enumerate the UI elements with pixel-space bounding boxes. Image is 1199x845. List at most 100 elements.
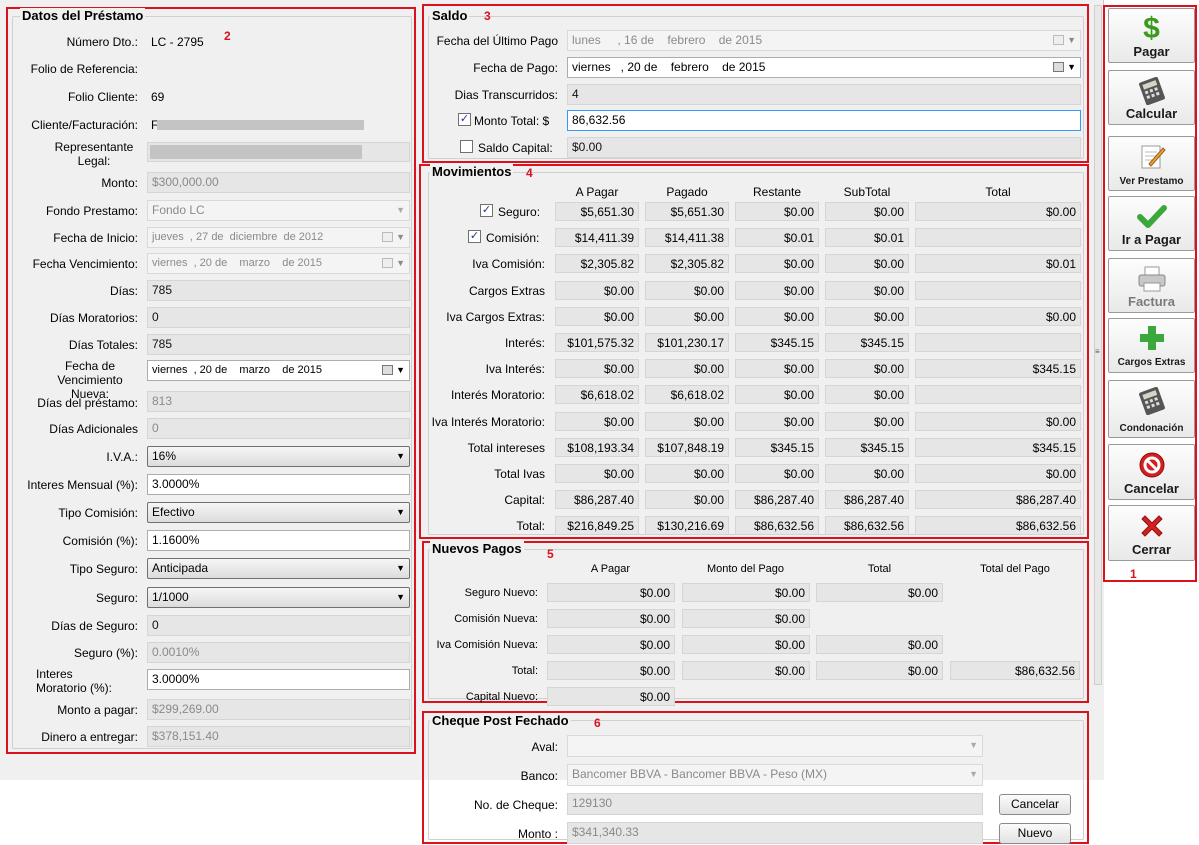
annotation-number-4: 4: [526, 166, 533, 180]
cerrar-button[interactable]: Cerrar: [1108, 505, 1195, 561]
factura-button[interactable]: Factura: [1108, 258, 1195, 313]
annotation-number-6: 6: [594, 716, 601, 730]
comision-pct-input[interactable]: 1.1600%: [147, 530, 410, 551]
chevron-down-icon[interactable]: ▼: [396, 361, 405, 380]
fecha-pago-label: Fecha de Pago:: [473, 61, 558, 75]
monto-total-input[interactable]: 86,632.56: [567, 110, 1081, 131]
calcular-button[interactable]: Calcular: [1108, 70, 1195, 125]
chevron-down-icon[interactable]: ▼: [396, 559, 405, 577]
seguro-label: Seguro:: [95, 591, 138, 605]
fecha-vencimiento-nueva-picker[interactable]: viernes , 20 de marzo de 2015 ▼: [147, 360, 410, 381]
movimiento-cell: $2,305.82: [555, 254, 639, 273]
movimiento-row-label: Seguro:: [498, 205, 541, 219]
annotation-number-5: 5: [547, 547, 554, 561]
calendar-icon[interactable]: [1053, 62, 1064, 72]
movimiento-cell: $345.15: [915, 359, 1081, 378]
ir-a-pagar-button[interactable]: Ir a Pagar: [1108, 196, 1195, 251]
seguro-select[interactable]: 1/1000 ▼: [147, 587, 410, 608]
iva-label: I.V.A.:: [106, 450, 138, 464]
movimiento-cell: [915, 333, 1081, 352]
tipo-comision-select[interactable]: Efectivo ▼: [147, 502, 410, 523]
nuevo-pago-cell: $0.00: [816, 661, 943, 680]
movimiento-cell: $345.15: [825, 333, 909, 352]
nuevo-pago-cell: $0.00: [547, 583, 675, 602]
nuevo-pago-cell: $0.00: [682, 661, 810, 680]
banco-select: Bancomer BBVA - Bancomer BBVA - Peso (MX…: [567, 764, 983, 786]
fondo-prestamo-value: Fondo LC: [152, 203, 205, 217]
fecha-inicio-value: jueves , 27 de diciembre de 2012: [152, 231, 324, 243]
dias-transcurridos-label: Dias Transcurridos:: [454, 88, 558, 102]
seguro-pct-field: 0.0010%: [147, 642, 410, 663]
cancelar-button[interactable]: Cancelar: [1108, 444, 1195, 500]
cheque-nuevo-button[interactable]: Nuevo: [999, 823, 1071, 844]
movimiento-row-checkbox[interactable]: ✓: [468, 230, 481, 243]
movimiento-row-label: Capital:: [504, 493, 545, 507]
movimiento-cell: $86,287.40: [825, 490, 909, 509]
movimiento-cell: $0.00: [735, 281, 819, 300]
redacted-representative-name: [150, 145, 362, 159]
dias-moratorios-label: Días Moratorios:: [49, 311, 138, 325]
saldo-capital-checkbox[interactable]: [460, 140, 473, 153]
edit-document-icon: [1109, 140, 1194, 174]
monto-total-checkbox[interactable]: ✓: [458, 113, 471, 126]
movimiento-cell: $0.00: [735, 464, 819, 483]
nuevo-pago-cell: $0.00: [547, 661, 675, 680]
scrollbar-grip-icon: ≡: [1095, 347, 1100, 356]
fecha-vencimiento-label: Fecha Vencimiento:: [32, 257, 138, 271]
calendar-icon[interactable]: [382, 365, 393, 375]
nuevo-pago-cell: $0.00: [816, 583, 943, 602]
condonacion-label: Condonación: [1119, 423, 1184, 434]
fondo-prestamo-select: Fondo LC ▼: [147, 200, 410, 221]
movimiento-cell: $0.01: [915, 254, 1081, 273]
dias-field: 785: [147, 280, 410, 301]
col-header-pagado: Pagado: [666, 185, 708, 199]
monto-field: $300,000.00: [147, 172, 410, 193]
movimiento-cell: $216,849.25: [555, 516, 639, 535]
iva-select[interactable]: 16% ▼: [147, 446, 410, 467]
fecha-inicio-label: Fecha de Inicio:: [53, 231, 138, 245]
col-header-total: Total: [985, 185, 1011, 199]
movimiento-cell: $345.15: [735, 438, 819, 457]
saldo-capital-label: Saldo Capital:: [478, 141, 553, 155]
movimiento-cell: $0.01: [735, 228, 819, 247]
cheque-cancelar-button[interactable]: Cancelar: [999, 794, 1071, 815]
close-icon: [1109, 509, 1194, 543]
cerrar-label: Cerrar: [1131, 542, 1172, 557]
seguro-value: 1/1000: [152, 590, 189, 604]
cargos-extras-button[interactable]: Cargos Extras: [1108, 318, 1195, 373]
folio-cliente-label: Folio Cliente:: [67, 90, 138, 104]
fecha-pago-picker[interactable]: viernes , 20 de febrero de 2015 ▼: [567, 57, 1081, 78]
movimiento-cell: [915, 385, 1081, 404]
saldo-title: Saldo: [430, 8, 470, 23]
nuevo-pago-cell: $0.00: [682, 583, 810, 602]
chevron-down-icon[interactable]: ▼: [396, 447, 405, 465]
calculator-icon: [1109, 74, 1194, 108]
movimiento-row-label: Interés:: [504, 336, 545, 350]
nuevo-pago-cell: $0.00: [547, 687, 675, 706]
condonacion-button[interactable]: Condonación: [1108, 380, 1195, 438]
fecha-ultimo-pago-picker: lunes , 16 de febrero de 2015 ▼: [567, 30, 1081, 51]
scrollbar-thumb[interactable]: [1094, 5, 1102, 685]
chevron-down-icon[interactable]: ▼: [1067, 58, 1076, 77]
pagar-button[interactable]: $ Pagar: [1108, 8, 1195, 63]
dias-adicionales-field: 0: [147, 418, 410, 439]
dias-totales-field: 785: [147, 334, 410, 355]
nuevo-pago-row-label: Total:: [511, 665, 538, 677]
movimiento-cell: $14,411.38: [645, 228, 729, 247]
movimiento-row-label: Total Ivas: [494, 467, 545, 481]
interes-mensual-input[interactable]: 3.0000%: [147, 474, 410, 495]
ver-prestamo-button[interactable]: Ver Prestamo: [1108, 136, 1195, 191]
folio-cliente-value: 69: [151, 90, 165, 104]
movimiento-row-checkbox[interactable]: ✓: [480, 204, 493, 217]
chevron-down-icon[interactable]: ▼: [396, 588, 405, 606]
dias-totales-label: Días Totales:: [68, 338, 138, 352]
redacted-client-name: [157, 120, 364, 130]
chevron-down-icon[interactable]: ▼: [396, 503, 405, 521]
numero-dto-value: LC - 2795: [151, 35, 204, 49]
movimiento-cell: $86,287.40: [915, 490, 1081, 509]
tipo-seguro-select[interactable]: Anticipada ▼: [147, 558, 410, 579]
interes-moratorio-input[interactable]: 3.0000%: [147, 669, 410, 690]
movimiento-cell: $0.00: [915, 202, 1081, 221]
tipo-seguro-value: Anticipada: [152, 561, 209, 575]
folio-referencia-label: Folio de Referencia:: [30, 62, 138, 76]
